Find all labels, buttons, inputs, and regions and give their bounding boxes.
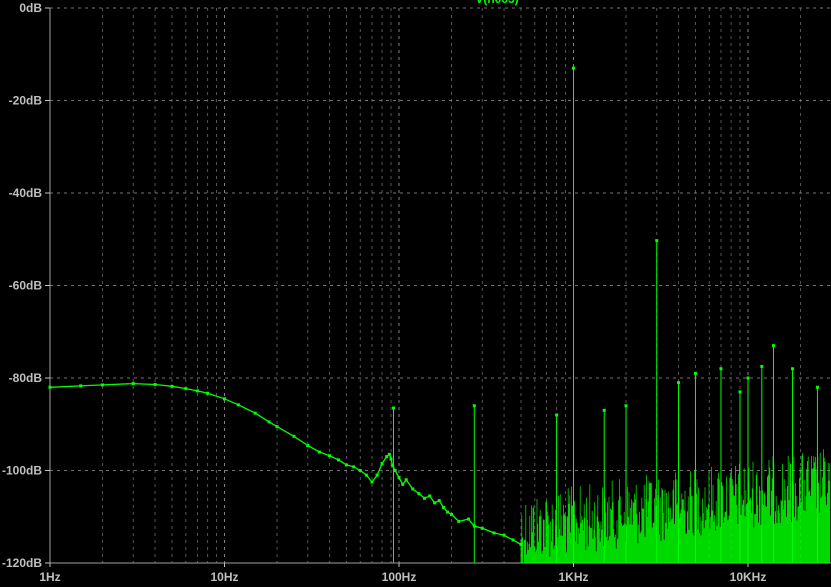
trace-point xyxy=(437,499,441,503)
spike-point xyxy=(572,66,575,70)
trace-point xyxy=(195,389,199,393)
y-tick-label: -60dB xyxy=(9,279,43,293)
trace-point xyxy=(422,496,426,500)
trace-point xyxy=(472,524,476,528)
trace-point xyxy=(352,465,356,469)
trace-point xyxy=(393,469,397,472)
x-tick-label: 1Hz xyxy=(39,570,60,584)
y-tick-label: -80dB xyxy=(9,371,43,385)
trace-label: V(n003) xyxy=(475,0,518,6)
trace-point xyxy=(480,526,484,530)
fft-plot[interactable]: 0dB -20dB -40dB -60dB -80dB -100dB -120dB1Hz 10… xyxy=(0,0,831,587)
spike-point xyxy=(738,390,742,394)
trace-point xyxy=(344,463,348,467)
trace-point xyxy=(502,533,506,537)
spike-point xyxy=(693,371,697,375)
plot-background xyxy=(0,0,831,587)
trace-point xyxy=(370,480,374,484)
trace-point xyxy=(336,458,340,462)
trace-point xyxy=(375,473,379,477)
trace-point xyxy=(387,452,391,456)
trace-point xyxy=(131,382,135,386)
spike-point xyxy=(555,413,559,417)
spike-point xyxy=(815,385,819,389)
trace-point xyxy=(391,464,395,468)
trace-point xyxy=(401,482,405,486)
x-tick-label: 10KHz xyxy=(730,570,767,584)
trace-point xyxy=(428,494,432,498)
trace-point xyxy=(170,384,174,388)
trace-point xyxy=(184,387,188,391)
trace-point xyxy=(328,454,332,458)
trace-point xyxy=(306,444,310,448)
trace-point xyxy=(411,487,415,491)
trace-point xyxy=(450,512,454,516)
trace-point xyxy=(446,510,450,514)
trace-point xyxy=(389,457,393,461)
trace-point xyxy=(397,475,401,479)
trace-point xyxy=(380,462,384,466)
trace-point xyxy=(101,383,105,387)
trace-point xyxy=(417,492,421,496)
y-tick-label: -40dB xyxy=(9,186,43,200)
spike-point xyxy=(760,364,764,368)
trace-point xyxy=(358,469,362,472)
trace-point xyxy=(253,411,257,415)
trace-point xyxy=(206,391,210,395)
trace-point xyxy=(79,384,83,388)
trace-point xyxy=(364,473,368,477)
spike-point xyxy=(719,367,723,371)
trace-point xyxy=(492,531,496,535)
x-tick-label: 100Hz xyxy=(382,570,417,584)
trace-point xyxy=(511,538,515,542)
trace-point xyxy=(466,517,470,521)
spike-point xyxy=(746,376,750,380)
trace-point xyxy=(223,397,226,401)
y-tick-label: -100dB xyxy=(2,464,42,478)
trace-point xyxy=(519,543,523,546)
trace-point xyxy=(385,455,389,459)
spike-point xyxy=(392,406,396,410)
spike-point xyxy=(602,408,606,412)
spike-point xyxy=(677,381,681,385)
trace-point xyxy=(404,478,408,482)
y-tick-label: 0dB xyxy=(19,1,42,15)
spike-point xyxy=(655,239,659,243)
y-tick-label: -20dB xyxy=(9,94,43,108)
trace-point xyxy=(267,420,271,424)
trace-point xyxy=(236,403,240,407)
trace-point xyxy=(292,434,296,438)
trace-point xyxy=(433,501,437,505)
x-tick-label: 1KHz xyxy=(558,570,588,584)
trace-point xyxy=(317,450,321,454)
spike-point xyxy=(472,404,476,408)
trace-point xyxy=(153,382,157,386)
trace-point xyxy=(457,519,461,523)
spike-point xyxy=(791,367,795,371)
y-tick-label: -120dB xyxy=(2,556,42,570)
trace-point xyxy=(275,425,279,429)
x-tick-label: 10Hz xyxy=(210,570,238,584)
spike-point xyxy=(771,344,775,348)
trace-point xyxy=(442,506,446,509)
trace-point xyxy=(48,385,52,389)
spike-point xyxy=(624,404,628,408)
